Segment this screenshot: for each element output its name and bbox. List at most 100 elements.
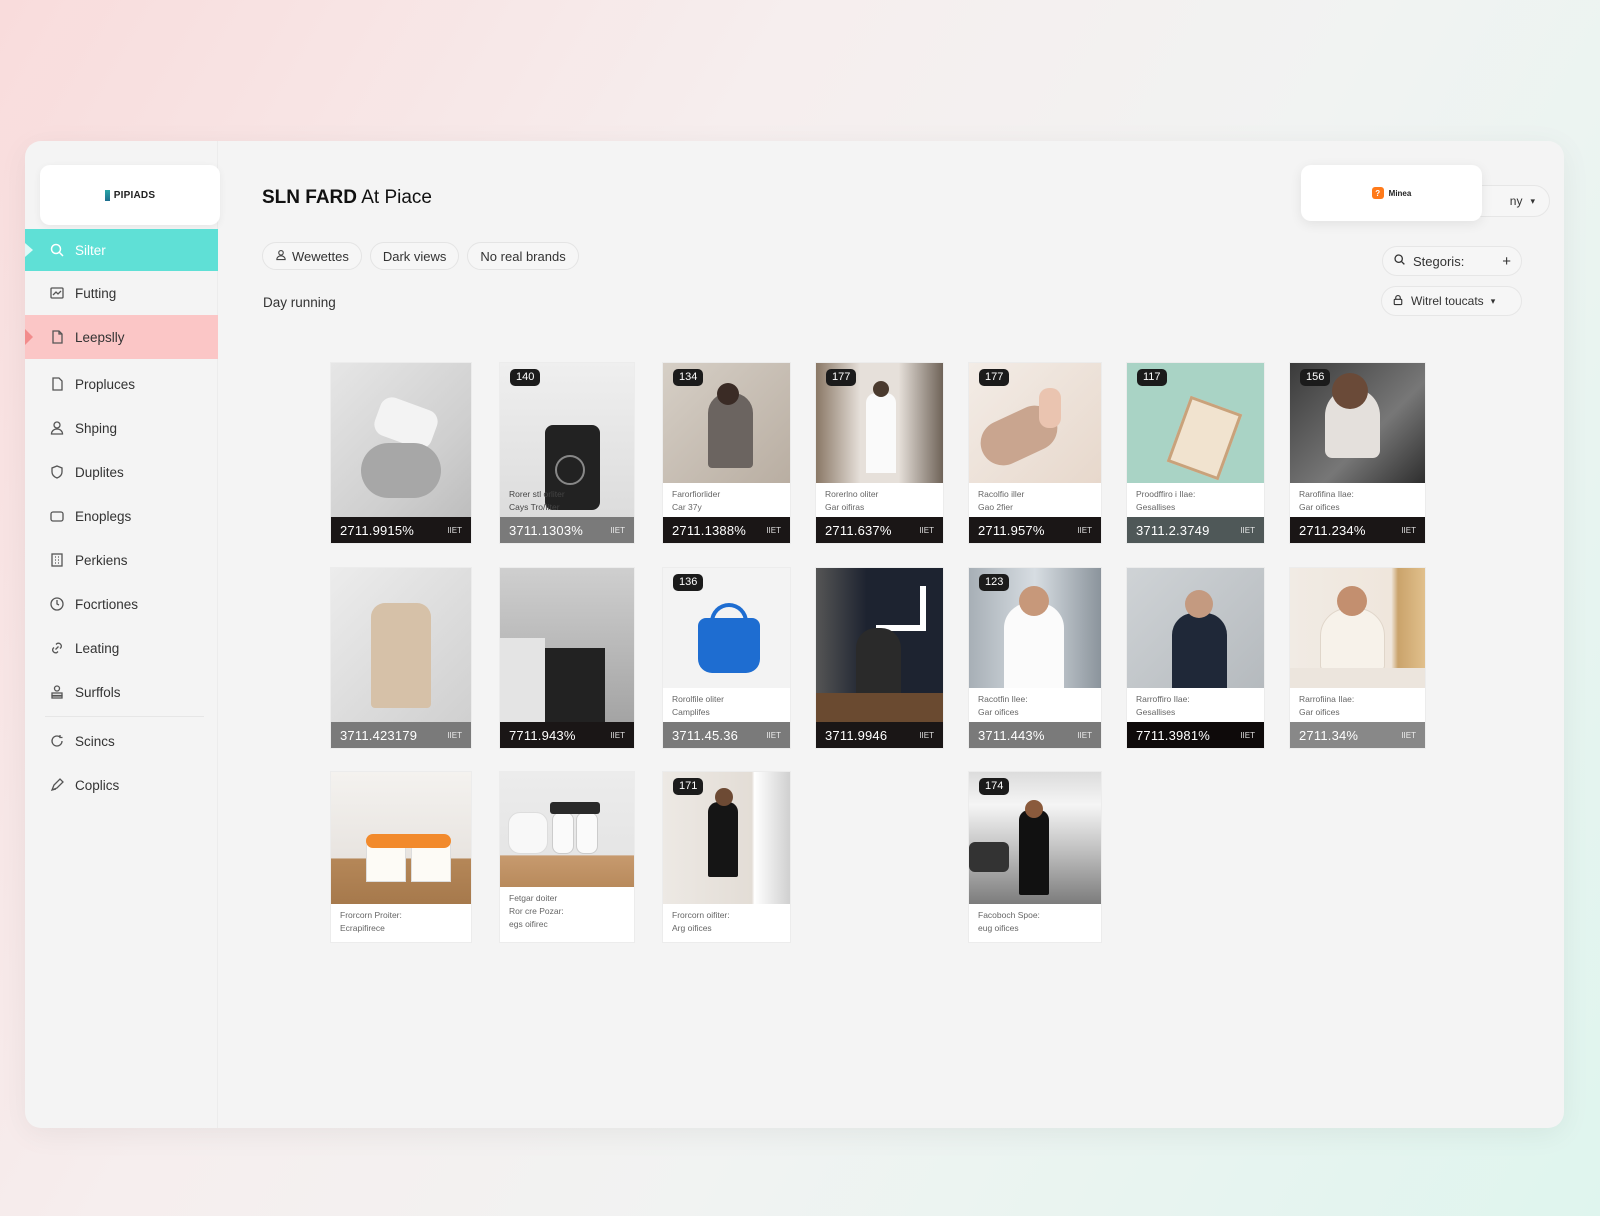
ad-stat-tag: IIET — [1401, 730, 1416, 740]
sidebar-item-leepslly[interactable]: Leepslly — [25, 315, 218, 359]
ad-meta: Rorerlno oliter Gar oifiras — [825, 488, 878, 514]
chip-label: No real brands — [480, 248, 566, 264]
ad-stat-tag: IIET — [1240, 730, 1255, 740]
page-title-rest: At Piace — [357, 187, 432, 208]
ad-stat-value: 3711.423179 — [340, 727, 418, 743]
ad-stat-bar: 7711.943% IIET — [500, 722, 634, 748]
user-icon — [275, 249, 287, 264]
chevron-down-icon: ▾ — [1530, 195, 1535, 206]
chip-no-real-brands[interactable]: No real brands — [467, 242, 579, 270]
ad-card[interactable]: Fetgar doiter Ror cre Pozar: egs oifirec — [499, 771, 635, 943]
ad-stat-value: 3711.9946 — [825, 727, 888, 743]
sidebar-item-perkiens[interactable]: Perkiens — [25, 538, 218, 582]
ad-count-badge: 134 — [673, 369, 704, 386]
sidebar-item-coplics[interactable]: Coplics — [25, 763, 218, 807]
ad-meta-line1: Facoboch Spoe: — [978, 910, 1040, 920]
ad-card[interactable]: Rarrofiina Ilae: Gar oifices 2711.34% II… — [1289, 567, 1426, 749]
sidebar-item-label: Surffols — [75, 684, 121, 700]
sidebar-item-futting[interactable]: Futting — [25, 271, 218, 315]
ad-card[interactable]: 134 Farorfiorlider Car 37y 2711.1388% II… — [662, 362, 791, 544]
sidebar-item-scincs[interactable]: Scincs — [25, 719, 218, 763]
sidebar-item-leating[interactable]: Leating — [25, 626, 218, 670]
ad-meta: Farorfiorlider Car 37y — [672, 488, 720, 514]
filter-dropdown[interactable]: Witrel toucats ▾ — [1381, 286, 1522, 316]
ad-meta: Racolfio iller Gao 2fier — [978, 488, 1024, 514]
ad-card[interactable]: Rarroffiro Ilae: Gesallises 7711.3981% I… — [1126, 567, 1265, 749]
ad-count-badge: 136 — [673, 574, 704, 591]
ad-card[interactable]: 136 Rorolfile oliter Camplifes 3711.45.3… — [662, 567, 791, 749]
pen-icon — [49, 777, 65, 793]
refresh-icon — [49, 733, 65, 749]
ad-meta-line2: Gao 2fier — [978, 502, 1013, 512]
ad-card[interactable]: 117 Proodffiro i Ilae: Gesallises 3711.2… — [1126, 362, 1265, 544]
ad-meta-line1: Fetgar doiter — [509, 893, 558, 903]
ad-meta-line1: Racolfio iller — [978, 489, 1025, 499]
sidebar-item-enoplegs[interactable]: Enoplegs — [25, 494, 218, 538]
sidebar-item-surffols[interactable]: Surffols — [25, 670, 218, 714]
chip-dark-views[interactable]: Dark views — [369, 242, 460, 270]
ad-stat-tag: IIET — [447, 525, 462, 535]
sidebar-item-label: Futting — [75, 285, 117, 301]
ad-card[interactable]: Frorcorn Proiter: Ecrapifirece — [330, 771, 472, 943]
ad-meta: Frorcorn oifiter: Arg oifices — [672, 909, 730, 935]
ad-card[interactable]: 3711.423179 IIET — [330, 567, 472, 749]
ad-stat-value: 3711.1303% — [509, 522, 584, 538]
ad-card[interactable]: 7711.943% IIET — [499, 567, 635, 749]
app-card[interactable]: ? Minea — [1301, 165, 1482, 221]
sidebar-item-propluces[interactable]: Propluces — [25, 362, 218, 406]
search-icon — [1393, 253, 1406, 269]
ad-card[interactable]: 2711.9915% IIET — [330, 362, 472, 544]
ad-card[interactable]: 3711.9946 IIET — [815, 567, 944, 749]
ad-stat-value: 7711.943% — [509, 727, 576, 743]
ad-count-badge: 177 — [826, 369, 857, 386]
ad-meta: Proodffiro i Ilae: Gesallises — [1136, 488, 1195, 514]
sidebar-item-shping[interactable]: Shping — [25, 406, 218, 450]
ad-meta-line2: eug oifices — [978, 923, 1019, 933]
app-badge-icon: ? — [1371, 187, 1384, 199]
ad-stat-tag: IIET — [610, 730, 625, 740]
ad-card[interactable]: 140 Rorer stl orliter Cays Tro/Iiter 371… — [499, 362, 635, 544]
ad-thumbnail — [1127, 568, 1264, 688]
ad-stat-bar: 2711.234% IIET — [1290, 517, 1425, 543]
ad-card[interactable]: 156 Rarofifina Ilae: Gar oifices 2711.23… — [1289, 362, 1426, 544]
ad-thumbnail — [500, 772, 634, 887]
sidebar-item-duplites[interactable]: Duplites — [25, 450, 218, 494]
ad-stat-tag: IIET — [1240, 525, 1255, 535]
ad-thumbnail — [1290, 568, 1425, 688]
sidebar-item-label: Silter — [75, 242, 106, 258]
ad-stat-bar: 7711.3981% IIET — [1127, 722, 1264, 748]
logo-text: PIPIADS — [113, 189, 156, 201]
sidebar-item-focrtiones[interactable]: Focrtiones — [25, 582, 218, 626]
ad-stat-value: 3711.45.36 — [672, 727, 739, 743]
ad-meta-line2: Cays Tro/Iiter — [509, 502, 560, 512]
user-icon — [49, 420, 65, 436]
chip-wewettes[interactable]: Wewettes — [262, 242, 362, 270]
ad-meta: Fetgar doiter Ror cre Pozar: egs oifirec — [509, 892, 564, 931]
ad-meta-line1: Rarofifina Ilae: — [1299, 489, 1354, 499]
logo-mark-icon — [104, 189, 110, 201]
ad-card[interactable]: 177 Racolfio iller Gao 2fier 2711.957% I… — [968, 362, 1102, 544]
person-stack-icon — [49, 684, 65, 700]
ad-count-badge: 123 — [979, 574, 1010, 591]
ad-card[interactable]: 174 Facoboch Spoe: eug oifices — [968, 771, 1102, 943]
ad-card[interactable]: 123 Racotfin Ilee: Gar oifices 3711.443%… — [968, 567, 1102, 749]
ad-card[interactable]: 171 Frorcorn oifiter: Arg oifices — [662, 771, 791, 943]
ad-meta: Frorcorn Proiter: Ecrapifirece — [340, 909, 402, 935]
ad-count-badge: 156 — [1300, 369, 1331, 386]
sidebar: PIPIADS Silter Futting Leepslly Propluce… — [25, 141, 220, 1128]
sidebar-item-label: Coplics — [75, 777, 120, 793]
chart-icon — [49, 285, 65, 301]
filter-chips: Wewettes Dark views No real brands — [262, 242, 579, 270]
ad-count-badge: 140 — [510, 369, 541, 386]
sidebar-item-label: Propluces — [75, 376, 136, 392]
chip-label: Wewettes — [292, 248, 349, 264]
search-input[interactable]: Stegoris: + — [1382, 246, 1522, 276]
logo[interactable]: PIPIADS — [40, 165, 220, 225]
ad-meta-line2: Ror cre Pozar: — [509, 906, 564, 916]
chevron-down-icon: ▾ — [1490, 295, 1496, 306]
sidebar-nav: Silter Futting Leepslly Propluces Shping… — [25, 229, 218, 807]
ad-card[interactable]: 177 Rorerlno oliter Gar oifiras 2711.637… — [815, 362, 944, 544]
plus-icon[interactable]: + — [1502, 253, 1511, 270]
sidebar-item-silter[interactable]: Silter — [25, 229, 218, 271]
search-icon — [49, 242, 65, 258]
